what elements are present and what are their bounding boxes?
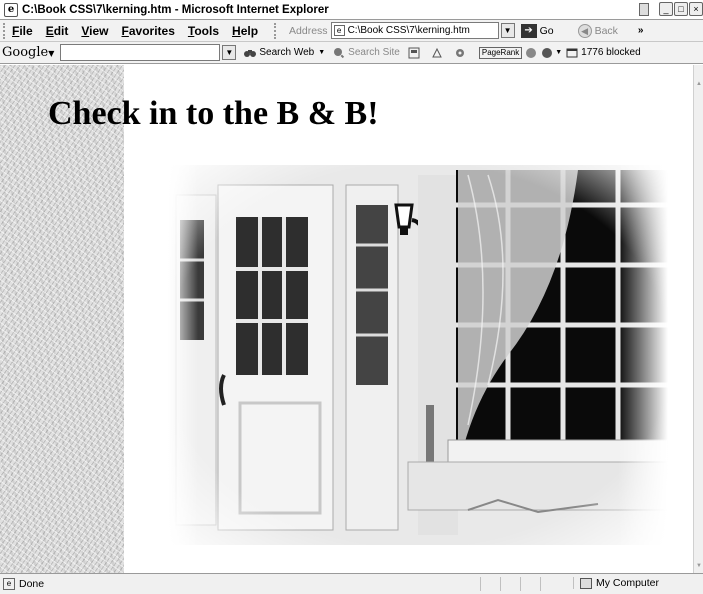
status-bar: e Done My Computer [0,573,703,594]
toolbar-grip[interactable] [3,22,6,39]
status-panes [480,577,560,591]
go-arrow-icon[interactable]: ➔ [520,23,537,38]
popups-blocked-count: 1776 blocked [581,47,641,58]
vertical-scrollbar[interactable]: ▲ ▼ [693,65,703,573]
search-web-button[interactable]: Search Web ▼ [244,47,325,59]
address-label: Address [289,24,328,37]
maximize-button[interactable]: □ [674,2,688,16]
popup-blocker-icon [566,48,578,57]
zone-label: My Computer [596,577,660,589]
status-text: Done [19,578,45,590]
address-dropdown-button[interactable]: ▼ [500,23,515,38]
google-toolbar: Google▼ ▼ Search Web ▼ Search Site PageR… [0,42,703,64]
chevron-down-icon: ▼ [318,49,326,56]
chevron-down-icon: ▼ [48,49,55,58]
google-search-input[interactable] [60,44,221,61]
window-title: C:\Book CSS\7\kerning.htm - Microsoft In… [22,3,329,16]
computer-icon [580,577,592,589]
page-icon: e [333,25,345,36]
page-done-icon: e [3,578,15,590]
chevron-down-icon[interactable]: ▼ [555,49,562,56]
google-menu-button[interactable]: Google▼ [2,45,54,60]
minimize-button[interactable]: _ [659,2,673,16]
back-arrow-icon[interactable]: ◀ [577,23,592,38]
status-pane [540,577,560,591]
toolbar-overflow-chevron[interactable]: » [638,25,644,36]
back-button[interactable]: Back [595,25,618,37]
window-controls: _ □ × [659,2,703,16]
menu-help[interactable]: Help [232,24,258,38]
status-pane [520,577,540,591]
scroll-down-icon[interactable]: ▼ [695,561,703,571]
google-logo: Google [2,45,49,60]
options-button[interactable] [454,47,469,59]
news-icon [408,47,420,58]
page-viewport: Check in to the B & B! [0,65,693,573]
security-zone[interactable]: My Computer [573,577,683,589]
toolbar-grip-2[interactable] [274,22,277,39]
menu-bar: File Edit View Favorites Tools Help Addr… [0,20,703,57]
highlighter-icon [432,47,442,57]
next-result-icon[interactable] [542,47,553,58]
menu-favorites[interactable]: Favorites [122,24,175,38]
restore-icon[interactable] [639,3,649,16]
inn-doorway-photo [168,165,668,545]
gear-icon [455,48,464,57]
menu-edit[interactable]: Edit [46,24,69,38]
menu-view[interactable]: View [81,24,108,38]
menu-file[interactable]: File [12,24,33,38]
close-button[interactable]: × [689,2,703,16]
ie-page-icon: e [4,2,18,17]
news-button[interactable] [408,47,423,59]
scroll-up-icon[interactable]: ▲ [695,79,703,89]
status-pane [500,577,520,591]
go-button[interactable]: Go [540,25,554,37]
binoculars-icon [244,49,257,57]
stucco-texture-background [0,65,124,573]
highlight-button[interactable] [431,47,446,59]
google-search-dropdown[interactable]: ▼ [222,45,237,60]
status-pane [480,577,500,591]
address-input[interactable]: e C:\Book CSS\7\kerning.htm [330,22,499,39]
search-site-button[interactable]: Search Site [333,47,400,59]
search-site-label: Search Site [348,47,400,58]
page-heading: Check in to the B & B! [48,95,379,132]
pagerank-indicator[interactable]: PageRank [478,46,523,59]
search-web-label: Search Web [259,47,315,58]
popup-blocker-button[interactable]: 1776 blocked [566,47,641,59]
menu-tools[interactable]: Tools [188,24,219,38]
prev-result-icon[interactable] [526,47,537,58]
magnifier-icon [334,47,345,58]
address-value: C:\Book CSS\7\kerning.htm [347,25,470,36]
title-bar: e C:\Book CSS\7\kerning.htm - Microsoft … [0,0,703,20]
